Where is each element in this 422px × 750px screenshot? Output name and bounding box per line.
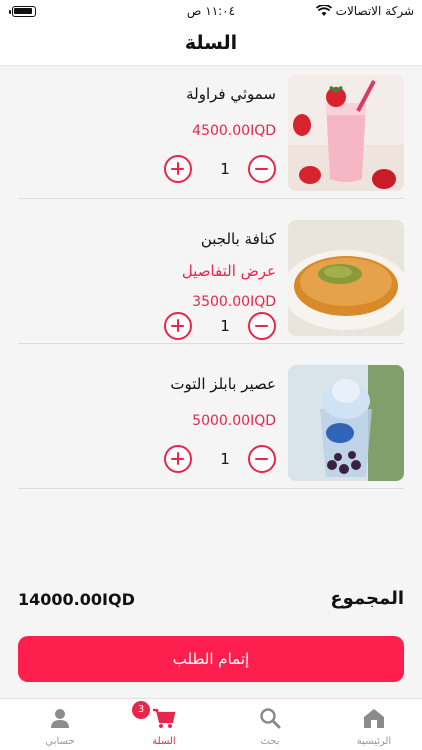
product-image-strawberry-smoothie[interactable] <box>288 75 404 191</box>
tab-label: السلة <box>152 736 176 747</box>
decrease-quantity-button[interactable] <box>248 312 276 340</box>
quantity-stepper: 1 <box>164 312 276 342</box>
person-icon <box>51 709 69 728</box>
quantity-value: 1 <box>220 450 230 468</box>
cart-item: سموثي فراولة 4500.00IQD 1 <box>18 67 404 199</box>
increase-quantity-button[interactable] <box>164 312 192 340</box>
view-details-link[interactable]: عرض التفاصيل <box>182 262 276 280</box>
total-label: المجموع <box>330 588 404 609</box>
tab-label: حسابي <box>45 736 75 747</box>
home-icon <box>364 709 384 728</box>
decrease-quantity-button[interactable] <box>248 445 276 473</box>
tab-search[interactable]: بحث <box>230 703 310 749</box>
tab-bar: الرئيسية بحث 3 السلة حسابي <box>0 698 422 750</box>
total-row: المجموع 14000.00IQD <box>18 588 404 614</box>
wifi-icon <box>315 5 332 16</box>
product-price: 5000.00IQD <box>192 413 276 429</box>
status-bar: ١١:٠٤ ص شركة الاتصالات <box>0 0 422 24</box>
cart-item: عصير بابلز التوت 5000.00IQD 1 <box>18 357 404 489</box>
product-price: 4500.00IQD <box>192 123 276 139</box>
quantity-value: 1 <box>220 160 230 178</box>
tab-label: بحث <box>260 736 280 747</box>
status-carrier: شركة الاتصالات <box>315 4 414 18</box>
cart-icon <box>153 708 176 728</box>
page-title: السلة <box>184 32 238 54</box>
tab-label: الرئيسية <box>356 736 392 747</box>
product-image-cheese-kunafa[interactable] <box>288 220 404 336</box>
product-name: سموثي فراولة <box>186 85 276 103</box>
quantity-value: 1 <box>220 317 230 335</box>
cart-item: كنافة بالجبن عرض التفاصيل 3500.00IQD 1 <box>18 212 404 344</box>
tab-cart[interactable]: 3 السلة <box>124 701 204 749</box>
product-name: عصير بابلز التوت <box>170 375 276 393</box>
search-icon <box>260 708 281 729</box>
checkout-button[interactable]: إتمام الطلب <box>18 636 404 682</box>
carrier-name: شركة الاتصالات <box>335 4 414 18</box>
total-value: 14000.00IQD <box>18 590 135 609</box>
quantity-stepper: 1 <box>164 155 276 185</box>
product-name: كنافة بالجبن <box>200 230 276 248</box>
increase-quantity-button[interactable] <box>164 445 192 473</box>
decrease-quantity-button[interactable] <box>248 155 276 183</box>
quantity-stepper: 1 <box>164 445 276 475</box>
tab-home[interactable]: الرئيسية <box>334 703 414 749</box>
product-price: 3500.00IQD <box>192 294 276 310</box>
nav-bar: السلة <box>0 24 422 66</box>
increase-quantity-button[interactable] <box>164 155 192 183</box>
product-image-berry-bubble-juice[interactable] <box>288 365 404 481</box>
cart-count-badge: 3 <box>132 701 150 719</box>
tab-account[interactable]: حسابي <box>20 703 100 749</box>
